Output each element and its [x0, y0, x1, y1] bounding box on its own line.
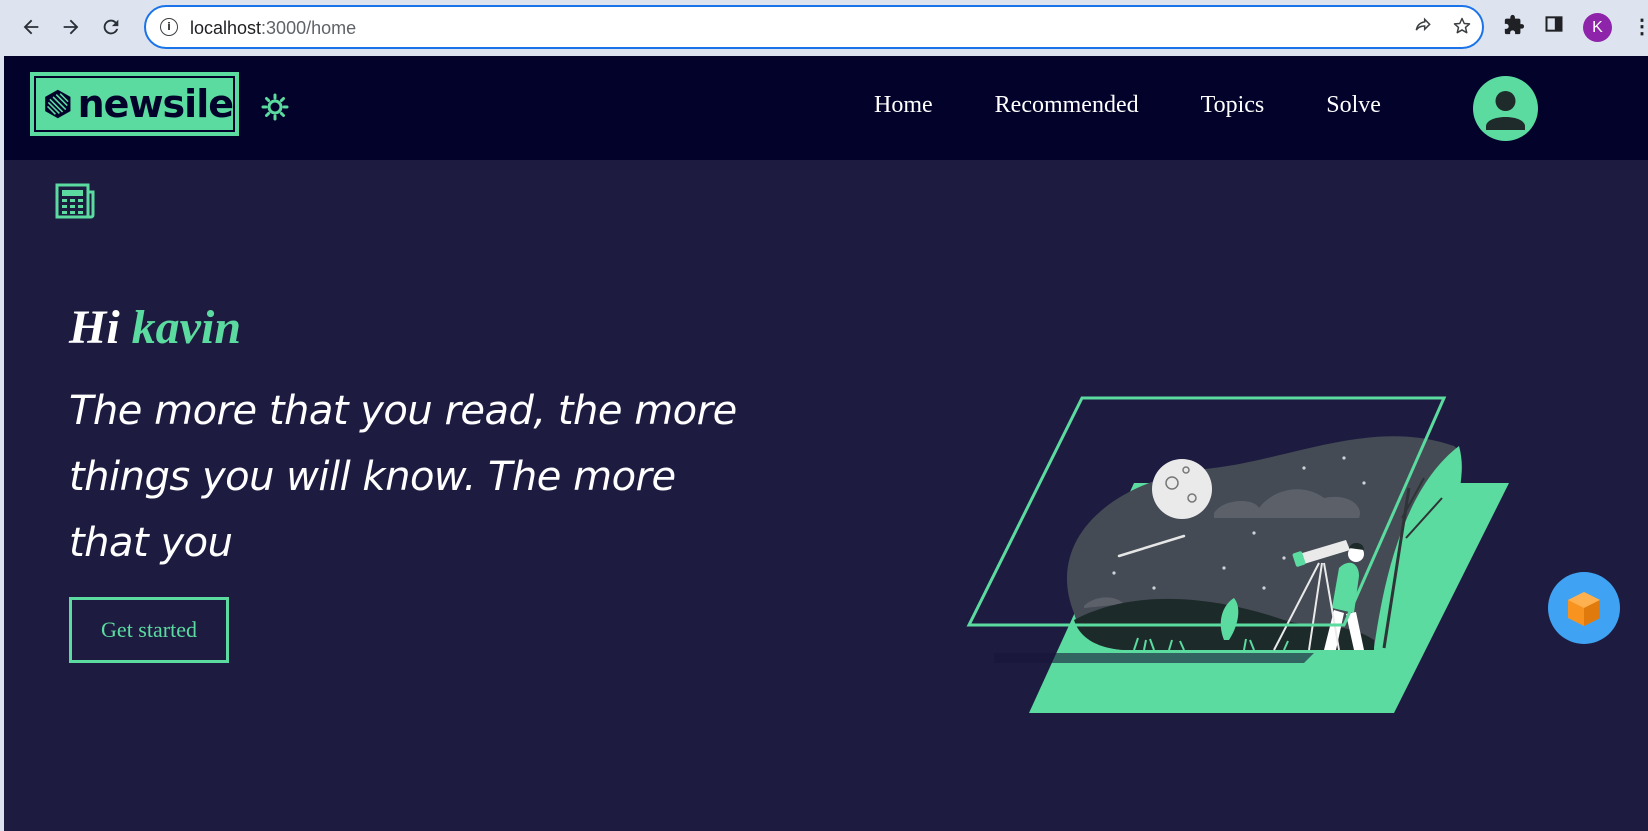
reload-icon[interactable]: [96, 12, 126, 42]
address-bar[interactable]: i localhost:3000/home: [144, 5, 1484, 49]
browser-toolbar: i localhost:3000/home K ⋮: [0, 0, 1648, 56]
hero-section: Hi kavin The more that you read, the mor…: [4, 160, 1648, 831]
kebab-menu-icon[interactable]: ⋮: [1632, 12, 1648, 42]
app-header: newsile Home Recommended Topics Solve: [4, 56, 1648, 160]
url-text[interactable]: localhost:3000/home: [190, 18, 356, 39]
user-avatar-button[interactable]: [1473, 76, 1538, 141]
side-panel-icon[interactable]: [1541, 14, 1567, 40]
back-arrow-icon[interactable]: [16, 12, 46, 42]
stargazer-telescope-illustration: [954, 358, 1544, 728]
puzzle-icon[interactable]: [1501, 14, 1527, 40]
info-icon[interactable]: i: [160, 18, 178, 36]
profile-avatar[interactable]: K: [1583, 13, 1612, 42]
user-icon: [1486, 91, 1525, 130]
get-started-button[interactable]: Get started: [69, 597, 229, 663]
share-icon[interactable]: [1411, 16, 1435, 40]
greeting-word: Hi: [69, 301, 120, 354]
url-path: :3000/home: [261, 18, 357, 38]
greeting-heading: Hi kavin: [69, 300, 241, 355]
user-name: kavin: [131, 301, 242, 354]
newspaper-icon[interactable]: [54, 182, 96, 220]
logo-frame: newsile: [34, 76, 235, 132]
nav-solve[interactable]: Solve: [1326, 92, 1381, 119]
logo-mark-icon: [45, 89, 71, 119]
chat-widget-button[interactable]: [1548, 572, 1620, 644]
url-host: localhost: [190, 18, 262, 38]
nav-topics[interactable]: Topics: [1201, 92, 1265, 119]
forward-arrow-icon[interactable]: [56, 12, 86, 42]
star-icon[interactable]: [1450, 16, 1474, 40]
quote-text: The more that you read, the more things …: [69, 388, 737, 566]
nav-home[interactable]: Home: [874, 92, 933, 119]
cube-icon: [1568, 592, 1600, 626]
logo-text: newsile: [77, 82, 234, 126]
logo[interactable]: newsile: [30, 72, 239, 136]
sun-icon[interactable]: [260, 92, 290, 122]
nav-recommended[interactable]: Recommended: [995, 92, 1139, 119]
main-nav: Home Recommended Topics Solve: [874, 92, 1381, 119]
